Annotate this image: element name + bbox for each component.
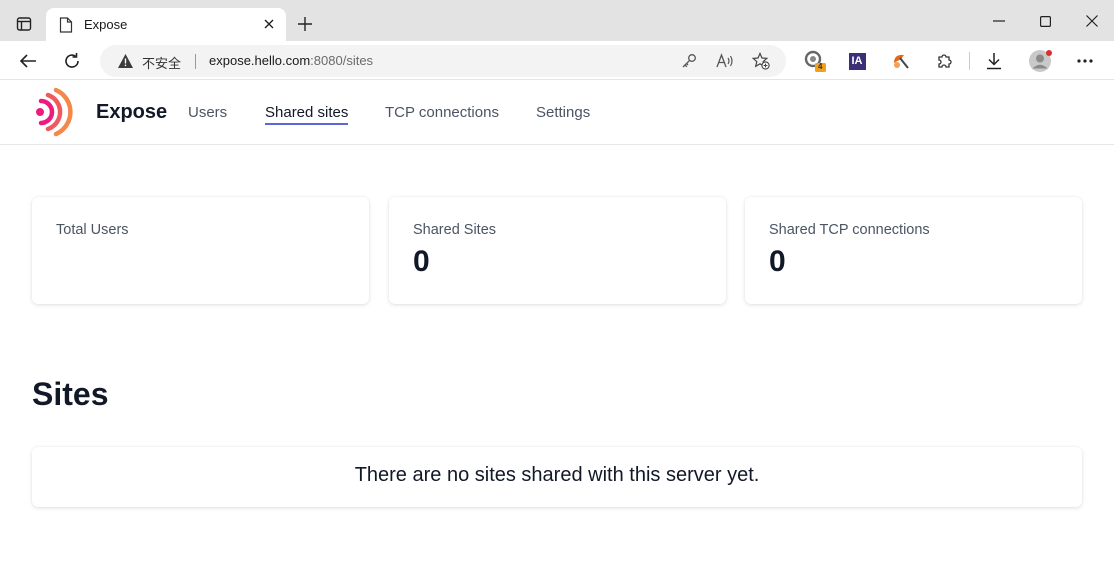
- expose-logo-icon[interactable]: [31, 87, 81, 137]
- read-aloud-icon[interactable]: [716, 52, 734, 70]
- key-icon[interactable]: [680, 52, 698, 70]
- app-navbar: Expose Users Shared sites TCP connection…: [0, 81, 1114, 145]
- sites-heading: Sites: [32, 376, 109, 412]
- profile-avatar-icon[interactable]: [1028, 49, 1052, 73]
- nav-tcp-connections[interactable]: TCP connections: [385, 104, 499, 121]
- extensions-puzzle-icon[interactable]: [933, 49, 957, 73]
- close-window-icon[interactable]: [1078, 8, 1106, 34]
- address-bar[interactable]: 不安全 expose.hello.com:8080/sites: [100, 45, 786, 77]
- nav-users[interactable]: Users: [188, 104, 227, 121]
- close-tab-icon[interactable]: [260, 15, 278, 33]
- nav-settings[interactable]: Settings: [536, 104, 590, 121]
- ia-extension-icon[interactable]: IA: [845, 49, 869, 73]
- stat-value: 0: [413, 245, 430, 278]
- browser-toolbar: 不安全 expose.hello.com:8080/sites 4 IA: [0, 41, 1114, 80]
- warning-icon[interactable]: [117, 53, 134, 69]
- maximize-icon[interactable]: [1031, 8, 1059, 34]
- stat-label: Shared TCP connections: [769, 222, 930, 238]
- browser-tab[interactable]: Expose: [46, 8, 286, 41]
- extension-badge-count: 4: [818, 62, 823, 71]
- extension-badge-icon[interactable]: 4: [803, 49, 827, 73]
- stat-card-shared-sites: Shared Sites 0: [389, 197, 726, 304]
- stat-label: Shared Sites: [413, 222, 497, 238]
- tab-title: Expose: [84, 17, 128, 32]
- new-tab-icon[interactable]: [293, 12, 317, 36]
- security-label[interactable]: 不安全: [142, 53, 181, 72]
- url-divider: [195, 54, 196, 69]
- download-icon[interactable]: [982, 49, 1006, 73]
- sites-empty-card: There are no sites shared with this serv…: [32, 447, 1082, 507]
- stat-value: 0: [769, 245, 786, 278]
- toolbar-divider: [969, 52, 970, 70]
- empty-message: There are no sites shared with this serv…: [354, 464, 760, 486]
- minimize-icon[interactable]: [985, 8, 1013, 34]
- url-text[interactable]: expose.hello.com:8080/sites: [209, 53, 373, 68]
- nav-shared-sites[interactable]: Shared sites: [265, 104, 349, 125]
- stat-card-total-users: Total Users: [32, 197, 369, 304]
- url-host: expose.hello.com: [209, 53, 311, 68]
- brush-extension-icon[interactable]: [889, 49, 913, 73]
- stat-label: Total Users: [56, 222, 129, 238]
- stat-card-shared-tcp: Shared TCP connections 0: [745, 197, 1082, 304]
- page-icon: [59, 17, 73, 33]
- brand-name[interactable]: Expose: [96, 101, 167, 124]
- ia-extension-label: IA: [848, 52, 866, 70]
- add-favorite-icon[interactable]: [752, 52, 770, 70]
- tab-actions-icon[interactable]: [12, 12, 36, 36]
- url-path: :8080/sites: [310, 53, 374, 68]
- back-icon[interactable]: [14, 47, 42, 75]
- more-options-icon[interactable]: [1073, 49, 1097, 73]
- browser-tab-bar: Expose: [0, 0, 1114, 41]
- refresh-icon[interactable]: [58, 47, 86, 75]
